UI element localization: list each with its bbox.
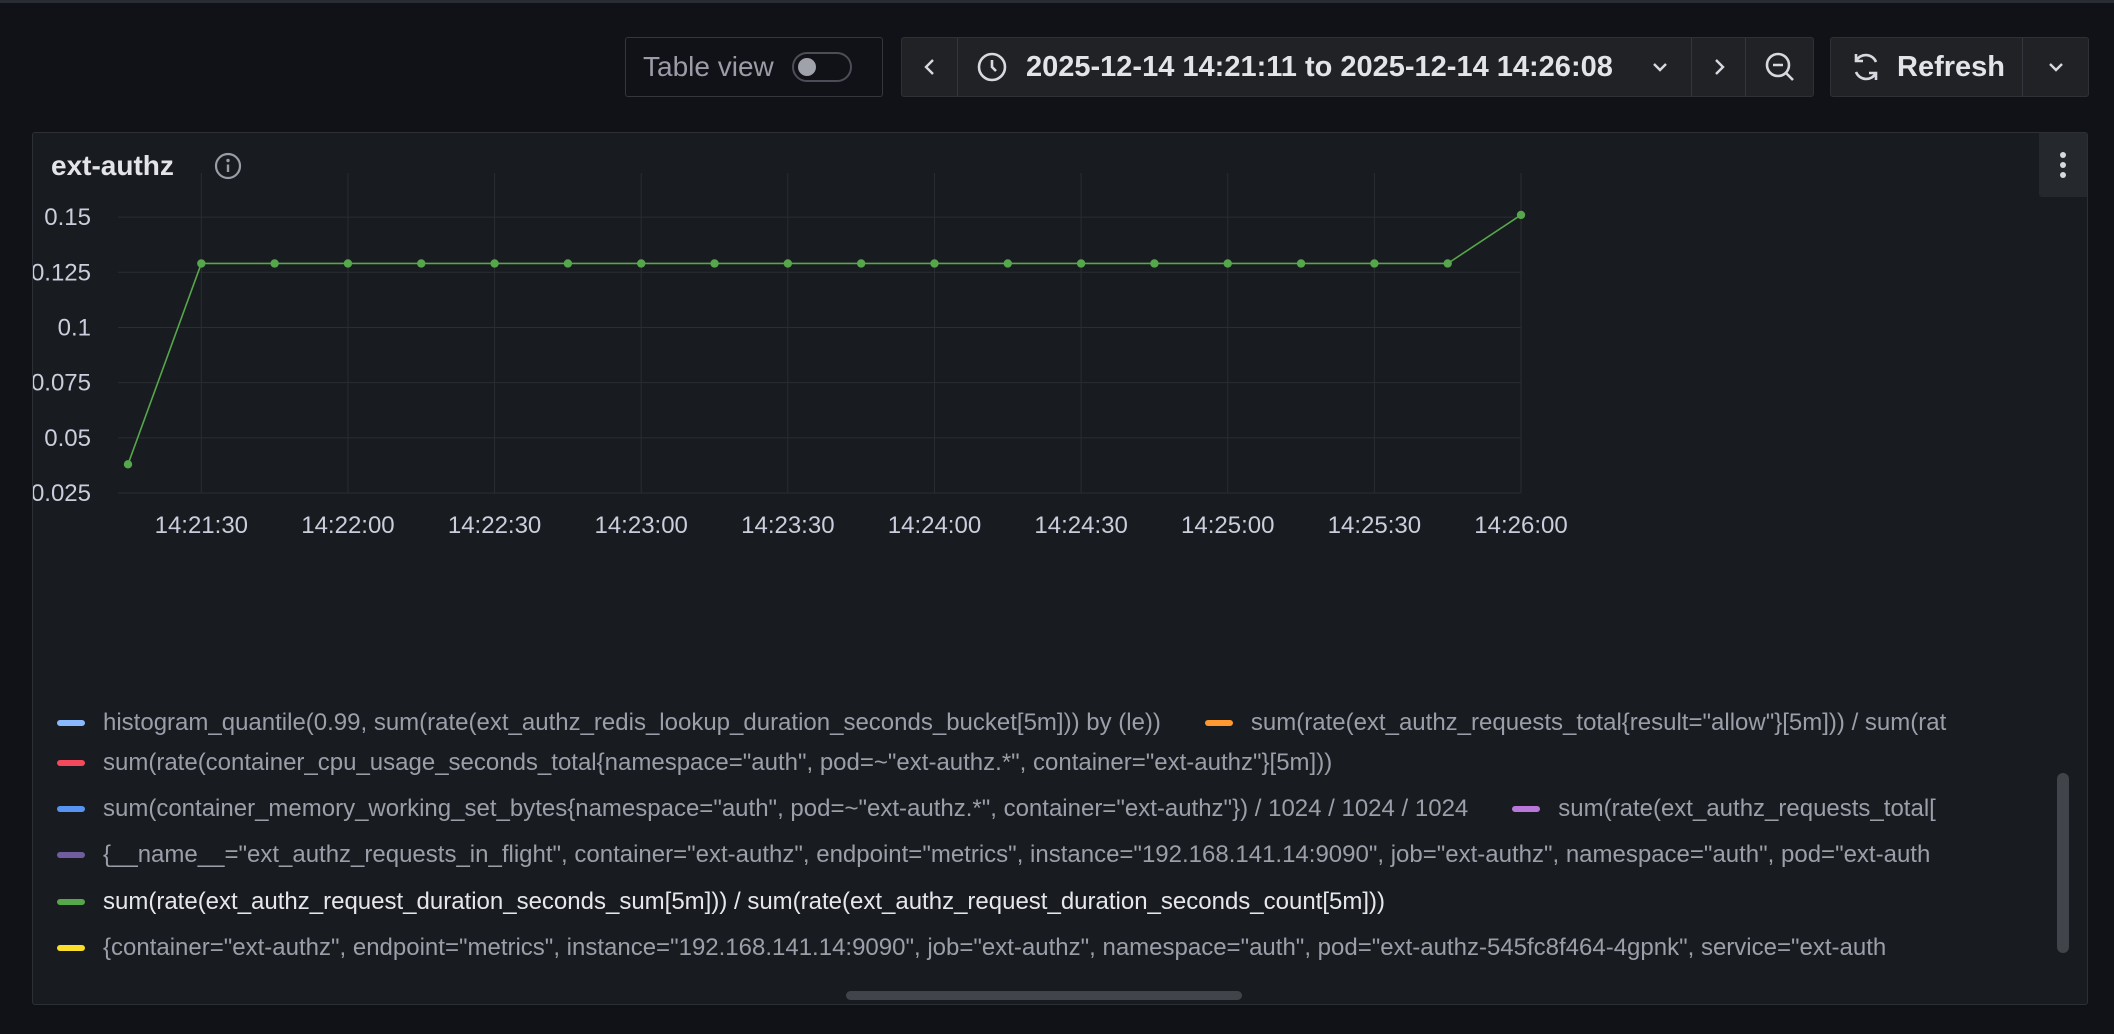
time-range-button[interactable]: 2025-12-14 14:21:11 to 2025-12-14 14:26:…: [958, 38, 1692, 96]
legend-item[interactable]: sum(rate(container_cpu_usage_seconds_tot…: [33, 749, 1332, 777]
data-point: [1076, 259, 1086, 268]
legend-row: {__name__="ext_authz_requests_in_flight"…: [33, 835, 1950, 875]
legend-swatch: [57, 852, 85, 858]
legend-item[interactable]: sum(container_memory_working_set_bytes{n…: [33, 795, 1468, 823]
refresh-picker: Refresh: [1830, 37, 2089, 97]
legend-label: sum(rate(container_cpu_usage_seconds_tot…: [103, 749, 1333, 776]
x-tick-label: 14:22:00: [301, 512, 394, 539]
legend-swatch: [1512, 806, 1541, 812]
data-point: [563, 259, 573, 268]
x-tick-label: 14:26:00: [1474, 512, 1567, 539]
toggle-knob: [797, 58, 816, 76]
legend-label: sum(container_memory_working_set_bytes{n…: [103, 795, 1469, 822]
x-tick-label: 14:23:00: [594, 512, 687, 539]
data-point: [343, 259, 353, 268]
legend-item[interactable]: sum(rate(ext_authz_request_duration_seco…: [33, 888, 1385, 916]
table-view-control[interactable]: Table view: [625, 37, 883, 97]
x-tick-label: 14:22:30: [448, 512, 541, 539]
y-tick-label: 0.05: [44, 425, 91, 452]
legend-row: sum(rate(ext_authz_request_duration_seco…: [33, 882, 1405, 922]
refresh-label: Refresh: [1897, 50, 2005, 83]
table-view-toggle[interactable]: [791, 52, 852, 82]
x-tick-label: 14:24:30: [1034, 512, 1127, 539]
legend-label: sum(rate(ext_authz_requests_total{result…: [1250, 709, 1947, 736]
panel-ext-authz: ext-authz 0.025 0.05 0.075 0.1 0.125 0.15 14:2…: [32, 132, 2088, 1005]
legend-item[interactable]: sum(rate(ext_authz_requests_total{result…: [1181, 709, 1946, 737]
chevron-left-icon: [923, 59, 934, 75]
legend-label: {container="ext-authz", endpoint="metric…: [103, 934, 1887, 961]
legend-item[interactable]: {__name__="ext_authz_requests_in_flight"…: [33, 841, 1930, 869]
legend-horizontal-scrollbar[interactable]: [846, 991, 1242, 1000]
legend-label: sum(rate(ext_authz_requests_total[: [1558, 795, 1936, 822]
legend-swatch: [57, 806, 85, 812]
x-tick-label: 14:25:00: [1181, 512, 1274, 539]
data-point: [1370, 259, 1379, 268]
legend-item[interactable]: {container="ext-authz", endpoint="metric…: [33, 934, 1886, 962]
refresh-interval-dropdown[interactable]: [2023, 38, 2088, 96]
data-point: [783, 259, 793, 268]
x-tick-label: 14:24:00: [888, 512, 981, 539]
y-tick-label: 0.125: [33, 259, 91, 286]
data-point: [856, 259, 866, 268]
legend-swatch: [57, 945, 85, 951]
table-view-label: Table view: [643, 51, 774, 82]
legend-swatch: [57, 760, 85, 766]
data-point: [1150, 259, 1159, 268]
series-line: [127, 214, 1522, 465]
y-tick-label: 0.025: [33, 480, 91, 507]
x-tick-label: 14:21:30: [155, 512, 248, 539]
time-forward-button[interactable]: [1692, 38, 1746, 96]
x-tick-label: 14:23:30: [741, 512, 834, 539]
legend-row: histogram_quantile(0.99, sum(rate(ext_au…: [33, 703, 1966, 743]
chevron-down-icon: [1653, 63, 1667, 72]
time-back-button[interactable]: [902, 38, 958, 96]
data-point: [930, 259, 939, 268]
data-point: [1296, 259, 1306, 268]
zoom-out-button[interactable]: [1746, 38, 1813, 96]
chevron-down-icon: [2048, 63, 2063, 72]
data-point: [1443, 259, 1452, 268]
zoom-out-icon: [1765, 52, 1794, 81]
data-point: [1003, 259, 1012, 268]
legend-label: histogram_quantile(0.99, sum(rate(ext_au…: [103, 709, 1161, 736]
data-point: [270, 259, 279, 268]
top-border: [0, 0, 2114, 3]
legend-swatch: [1204, 720, 1233, 726]
data-point: [637, 259, 646, 268]
time-range-text: 2025-12-14 14:21:11 to 2025-12-14 14:26:…: [1026, 50, 1613, 83]
refresh-button[interactable]: Refresh: [1831, 38, 2023, 96]
time-range-picker: 2025-12-14 14:21:11 to 2025-12-14 14:26:…: [901, 37, 1814, 97]
chevron-right-icon: [1714, 59, 1725, 75]
legend-item[interactable]: histogram_quantile(0.99, sum(rate(ext_au…: [33, 709, 1161, 737]
data-point: [197, 259, 206, 268]
data-point: [490, 259, 499, 268]
data-point: [1516, 210, 1526, 220]
y-tick-label: 0.15: [44, 204, 91, 231]
y-tick-label: 0.1: [58, 314, 91, 341]
legend-label: {__name__="ext_authz_requests_in_flight"…: [103, 841, 1931, 868]
legend-vertical-scrollbar[interactable]: [2057, 773, 2069, 953]
legend-row: {container="ext-authz", endpoint="metric…: [33, 928, 1906, 968]
time-series-chart[interactable]: 0.025 0.05 0.075 0.1 0.125 0.15 14:21:30 14:22:…: [33, 133, 2089, 713]
chart-legend: histogram_quantile(0.99, sum(rate(ext_au…: [33, 703, 2073, 993]
legend-item[interactable]: sum(rate(ext_authz_requests_total[: [1488, 795, 1936, 823]
data-point: [123, 460, 133, 469]
clock-icon: [977, 52, 1007, 82]
y-tick-label: 0.075: [33, 370, 91, 397]
data-point: [710, 259, 719, 268]
legend-row: sum(container_memory_working_set_bytes{n…: [33, 789, 1956, 829]
legend-label: sum(rate(ext_authz_request_duration_seco…: [103, 888, 1386, 915]
x-tick-label: 14:25:30: [1328, 512, 1421, 539]
legend-row: sum(rate(container_cpu_usage_seconds_tot…: [33, 743, 1352, 783]
data-point: [1223, 259, 1232, 268]
legend-swatch: [57, 899, 85, 905]
data-point: [417, 259, 426, 268]
legend-swatch: [57, 720, 85, 726]
refresh-icon: [1854, 53, 1878, 81]
